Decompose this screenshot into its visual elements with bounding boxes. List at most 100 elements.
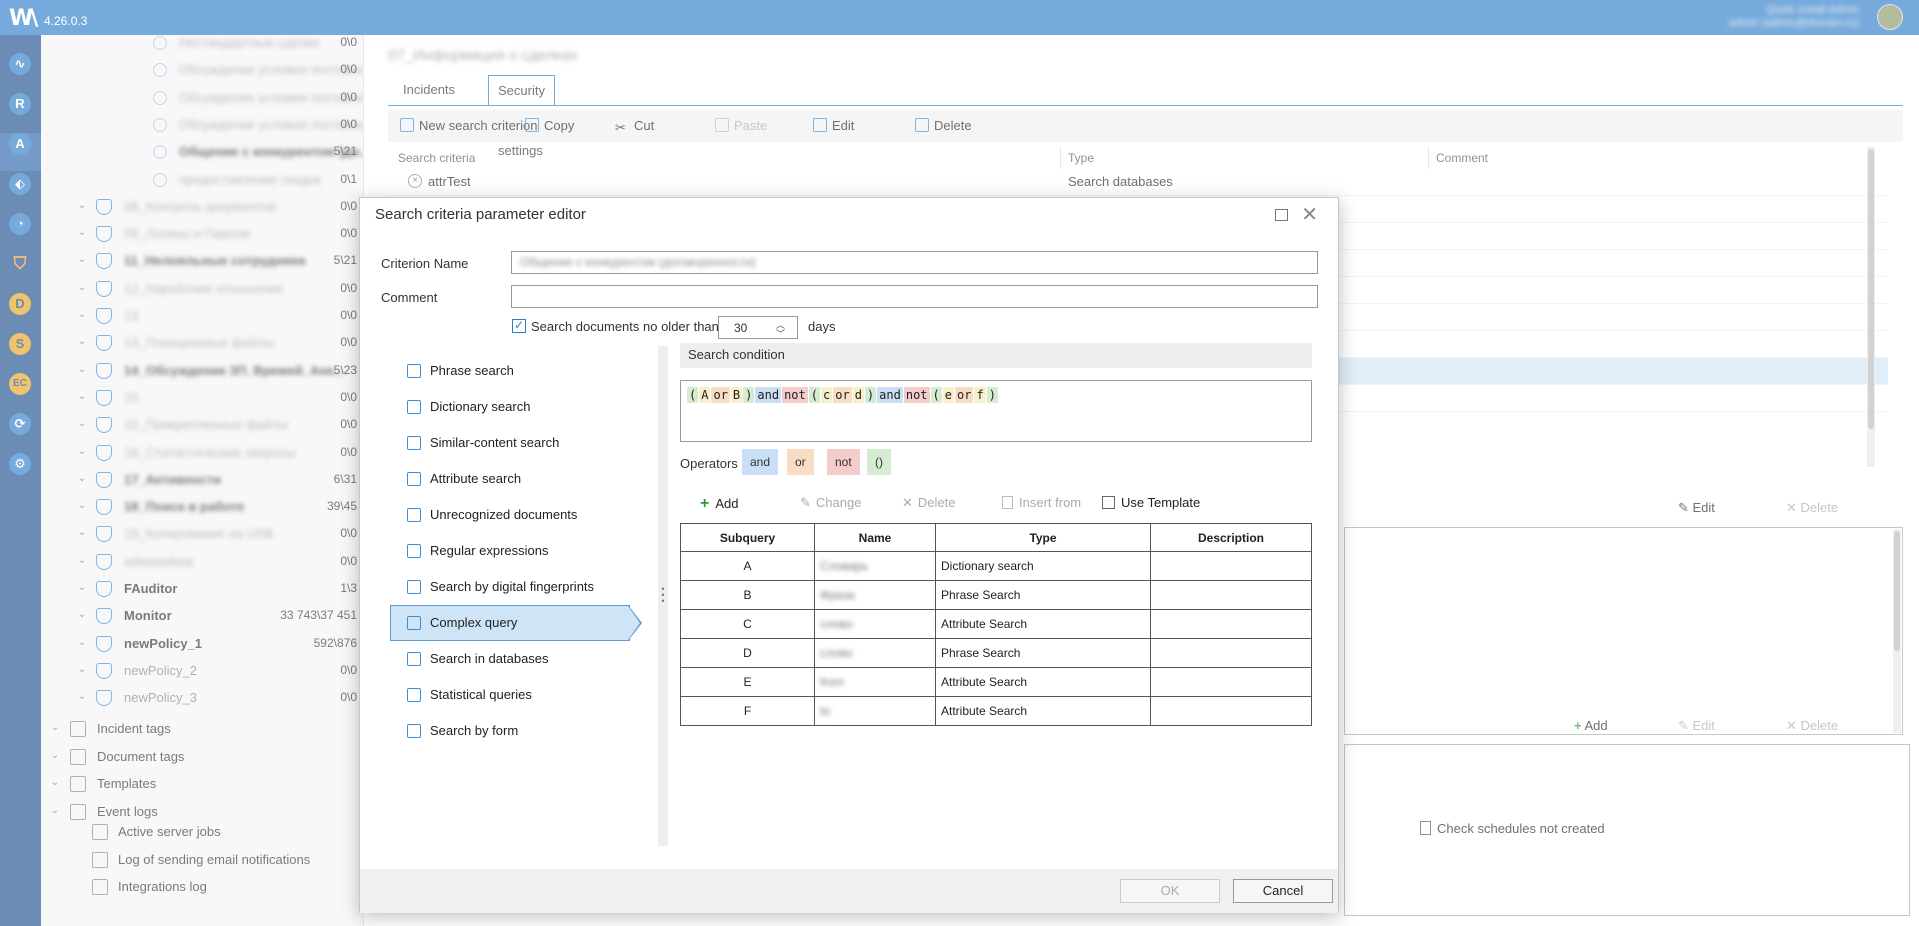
- selection-highlight: [628, 606, 640, 640]
- close-icon[interactable]: ✕: [1301, 202, 1318, 227]
- search-type-item[interactable]: Statistical queries: [390, 677, 640, 711]
- condition-token: or: [711, 387, 730, 403]
- table-row[interactable]: Dслово Phrase Search: [680, 638, 1312, 668]
- condition-token: ): [986, 387, 998, 403]
- insert-from-button[interactable]: Insert from: [1002, 495, 1081, 510]
- table-row[interactable]: Cслово Attribute Search: [680, 609, 1312, 639]
- subquery-name-text: Словарь: [820, 559, 869, 573]
- change-subquery-button[interactable]: ✎ Change: [800, 495, 861, 511]
- subquery-name: слово: [814, 609, 936, 639]
- use-template-button[interactable]: Use Template: [1102, 495, 1200, 510]
- subquery-name-text: to: [820, 704, 831, 718]
- subquery-description: [1150, 580, 1312, 610]
- search-type-label: Search by form: [430, 723, 519, 738]
- stepper-down-icon[interactable]: ﹀: [776, 327, 785, 340]
- search-type-label: Unrecognized documents: [430, 507, 578, 522]
- search-type-item[interactable]: Search by form: [390, 713, 640, 747]
- pencil-icon: ✎: [800, 495, 811, 510]
- operator-parentheses-button[interactable]: (): [867, 449, 891, 475]
- subquery-name: from: [814, 667, 936, 697]
- subquery-name-text: слово: [820, 617, 853, 631]
- search-type-item[interactable]: Unrecognized documents: [390, 497, 640, 531]
- operator-not-button[interactable]: not: [827, 449, 860, 475]
- subquery-description: [1150, 609, 1312, 639]
- condition-token: (: [808, 387, 820, 403]
- operator-and-button[interactable]: and: [742, 449, 779, 475]
- criterion-name-input[interactable]: Общение с конкурентом (договоренности): [511, 251, 1318, 274]
- condition-token: (: [687, 387, 699, 403]
- condition-token: f: [974, 387, 986, 403]
- subquery-name-text: слово: [820, 646, 853, 660]
- cancel-button[interactable]: Cancel: [1233, 879, 1333, 903]
- form-icon: [407, 724, 421, 738]
- search-type-label: Complex query: [430, 615, 518, 630]
- search-type-item[interactable]: Search by digital fingerprints: [390, 569, 640, 603]
- subquery-type: Attribute Search: [935, 696, 1151, 726]
- operator-or-button[interactable]: or: [787, 449, 814, 475]
- clipboard-icon: [1002, 496, 1013, 509]
- subquery-letter: A: [680, 551, 815, 581]
- template-icon: [1102, 496, 1115, 509]
- search-type-item[interactable]: Phrase search: [390, 353, 640, 387]
- days-stepper[interactable]: 30 ︿ ﹀: [718, 316, 798, 339]
- condition-token: (: [930, 387, 942, 403]
- search-type-item[interactable]: Similar-content search: [390, 425, 640, 459]
- condition-token: not: [782, 387, 808, 403]
- ok-button[interactable]: OK: [1120, 879, 1220, 903]
- condition-token: ): [864, 387, 877, 403]
- search-type-label: Similar-content search: [430, 435, 560, 450]
- comment-label: Comment: [381, 290, 438, 305]
- search-type-label: Search by digital fingerprints: [430, 579, 595, 594]
- subquery-description: [1150, 551, 1312, 581]
- condition-token: B: [730, 387, 743, 403]
- col-name[interactable]: Name: [814, 523, 936, 552]
- comment-input[interactable]: [511, 285, 1318, 308]
- operators-label: Operators: [680, 456, 738, 471]
- subquery-type: Phrase Search: [935, 580, 1151, 610]
- col-type[interactable]: Type: [935, 523, 1151, 552]
- maximize-icon[interactable]: [1275, 209, 1288, 221]
- search-condition-editor[interactable]: (Aor B) and not(c or d) and not(e or f): [680, 380, 1312, 442]
- col-description[interactable]: Description: [1150, 523, 1312, 552]
- subquery-type: Attribute Search: [935, 667, 1151, 697]
- search-type-label: Statistical queries: [430, 687, 532, 702]
- dictionary-icon: [407, 400, 421, 414]
- insert-from-label: Insert from: [1019, 495, 1082, 510]
- search-type-label: Dictionary search: [430, 399, 531, 414]
- condition-token: or: [955, 387, 974, 403]
- similar-content-icon: [407, 436, 421, 450]
- plus-icon: +: [700, 495, 710, 512]
- table-row[interactable]: B Фраза Phrase Search: [680, 580, 1312, 610]
- search-type-item[interactable]: Attribute search: [390, 461, 640, 495]
- subquery-letter: E: [680, 667, 815, 697]
- search-type-item[interactable]: Dictionary search: [390, 389, 640, 423]
- add-subquery-button[interactable]: + Add: [700, 495, 738, 513]
- search-type-list: Phrase search Dictionary search Similar-co…: [390, 353, 642, 853]
- condition-token: c: [821, 387, 833, 403]
- search-type-item[interactable]: Search in databases: [390, 641, 640, 675]
- subquery-type: Dictionary search: [935, 551, 1151, 581]
- search-type-item[interactable]: Complex query: [390, 605, 642, 641]
- condition-token: and: [877, 387, 903, 403]
- subquery-letter: D: [680, 638, 815, 668]
- search-type-label: Search in databases: [430, 651, 549, 666]
- condition-token: A: [699, 387, 711, 403]
- pane-splitter[interactable]: • • •: [658, 346, 668, 846]
- condition-token: e: [942, 387, 954, 403]
- search-type-item[interactable]: Regular expressions: [390, 533, 640, 567]
- col-subquery[interactable]: Subquery: [680, 523, 815, 552]
- no-older-label: Search documents no older than: [531, 319, 719, 334]
- no-older-checkbox[interactable]: ✓: [512, 319, 526, 333]
- change-subquery-label: Change: [815, 495, 862, 510]
- attribute-icon: [407, 472, 421, 486]
- table-row[interactable]: Fto Attribute Search: [680, 696, 1312, 726]
- subquery-letter: F: [680, 696, 815, 726]
- subquery-table: Subquery Name Type Description A Словарь D…: [680, 523, 1312, 726]
- dialog-title: Search criteria parameter editor: [375, 206, 586, 223]
- regex-icon: [407, 544, 421, 558]
- subquery-letter: B: [680, 580, 815, 610]
- table-row[interactable]: Efrom Attribute Search: [680, 667, 1312, 697]
- table-row[interactable]: A Словарь Dictionary search: [680, 551, 1312, 581]
- delete-subquery-button[interactable]: ✕ Delete: [902, 495, 955, 511]
- subquery-name-text: Фраза: [820, 588, 855, 602]
